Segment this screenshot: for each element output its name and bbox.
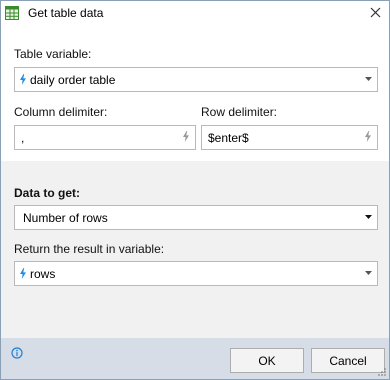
variable-bolt-icon	[20, 74, 26, 85]
row-delimiter-label: Row delimiter:	[201, 105, 278, 119]
table-icon	[4, 5, 20, 21]
dialog-title: Get table data	[28, 5, 104, 20]
table-variable-label: Table variable:	[14, 47, 92, 61]
column-delimiter-field[interactable]: ,	[14, 125, 196, 150]
variable-insert-icon[interactable]	[183, 131, 189, 145]
row-delimiter-value: $enter$	[208, 130, 249, 145]
column-delimiter-value: ,	[21, 130, 25, 145]
ok-button[interactable]: OK	[230, 348, 304, 373]
return-variable-label: Return the result in variable:	[14, 242, 165, 256]
output-panel: Data to get: Number of rows Return the r…	[1, 161, 389, 338]
info-icon[interactable]	[11, 347, 23, 359]
variable-insert-icon[interactable]	[365, 131, 371, 145]
chevron-down-icon	[365, 271, 372, 275]
dialog-window: Get table data Table variable: daily ord…	[0, 0, 390, 380]
data-to-get-dropdown[interactable]: Number of rows	[14, 205, 378, 230]
chevron-down-icon	[365, 77, 372, 81]
footer-bar: OK Cancel	[1, 338, 389, 379]
return-variable-dropdown[interactable]: rows	[14, 261, 378, 286]
chevron-down-icon	[365, 215, 372, 219]
resize-grip-icon[interactable]	[377, 367, 387, 377]
table-variable-dropdown[interactable]: daily order table	[14, 67, 378, 92]
data-to-get-label: Data to get:	[14, 186, 80, 200]
close-icon[interactable]	[365, 3, 385, 21]
table-variable-value: daily order table	[30, 72, 116, 87]
row-delimiter-field[interactable]: $enter$	[201, 125, 378, 150]
variable-bolt-icon	[20, 268, 26, 279]
column-delimiter-label: Column delimiter:	[14, 105, 108, 119]
cancel-button[interactable]: Cancel	[311, 348, 385, 373]
title-bar: Get table data	[1, 1, 389, 24]
variables-panel: Table variable: daily order table Column…	[1, 24, 389, 161]
data-to-get-value: Number of rows	[23, 210, 108, 225]
return-variable-value: rows	[30, 266, 56, 281]
